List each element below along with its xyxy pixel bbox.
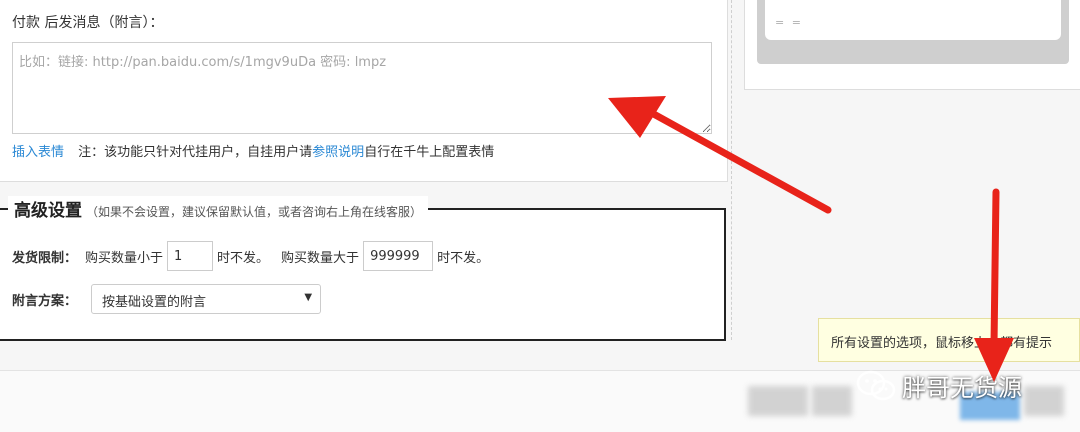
- advanced-settings-legend: 高级设置 （如果不会设置，建议保留默认值，或者咨询右上角在线客服）: [8, 196, 429, 221]
- note-prefix: 注：该功能只针对代挂用户，自挂用户请: [78, 145, 313, 160]
- ship-limit-row: 发货限制： 购买数量小于 时不发。 购买数量大于 时不发。: [12, 240, 489, 272]
- note-plan-row: 附言方案： 按基础设置的附言 ▼: [12, 283, 322, 315]
- preview-panel: = =: [744, 0, 1080, 90]
- note-suffix: 自行在千牛上配置表情: [364, 145, 495, 160]
- no-ship-text-1: 时不发。: [217, 250, 270, 266]
- insert-emoji-link[interactable]: 插入表情: [12, 145, 64, 160]
- settings-page: 付款 后发消息（附言）： 插入表情 注：该功能只针对代挂用户，自挂用户请参照说明…: [0, 0, 1080, 432]
- preview-text: = =: [775, 16, 803, 29]
- blurred-toolbar-item: [748, 386, 808, 416]
- reference-guide-link[interactable]: 参照说明: [312, 145, 364, 160]
- wechat-icon: [856, 370, 896, 400]
- ship-limit-label: 发货限制：: [12, 250, 78, 266]
- dropdown-arrow-icon: ▼: [304, 292, 313, 303]
- panel-divider: [731, 0, 732, 340]
- settings-tooltip: 所有设置的选项，鼠标移上去都有提示: [818, 318, 1080, 362]
- watermark-text: 胖哥无货源: [902, 374, 1022, 402]
- note-plan-selected: 按基础设置的附言: [102, 295, 207, 310]
- advanced-settings-title: 高级设置: [14, 201, 82, 221]
- message-textarea[interactable]: [12, 42, 712, 134]
- note-plan-select[interactable]: 按基础设置的附言 ▼: [91, 284, 322, 314]
- max-quantity-input[interactable]: [363, 241, 434, 271]
- no-ship-text-2: 时不发。: [437, 250, 490, 266]
- message-label: 付款 后发消息（附言）：: [12, 15, 164, 31]
- note-plan-label: 附言方案：: [12, 293, 78, 309]
- blurred-toolbar-item: [1024, 386, 1064, 416]
- phone-preview-screen: = =: [765, 0, 1061, 40]
- advanced-settings-fieldset: [0, 208, 726, 341]
- emoji-note-row: 插入表情 注：该功能只针对代挂用户，自挂用户请参照说明自行在千牛上配置表情: [12, 141, 494, 160]
- message-panel: 付款 后发消息（附言）： 插入表情 注：该功能只针对代挂用户，自挂用户请参照说明…: [0, 0, 728, 182]
- watermark: 胖哥无货源: [856, 368, 1022, 403]
- ship-less-text: 购买数量小于: [85, 250, 164, 266]
- ship-greater-text: 购买数量大于: [281, 250, 360, 266]
- min-quantity-input[interactable]: [167, 241, 214, 271]
- advanced-settings-hint: （如果不会设置，建议保留默认值，或者咨询右上角在线客服）: [86, 205, 423, 219]
- phone-preview-frame: = =: [757, 0, 1069, 64]
- blurred-toolbar-item: [812, 386, 852, 416]
